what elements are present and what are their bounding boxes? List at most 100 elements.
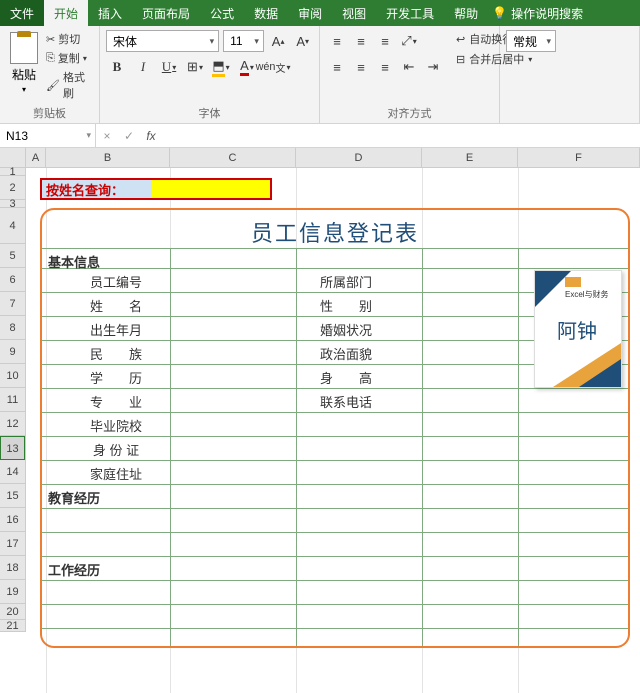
enter-formula-button[interactable]: ✓ xyxy=(118,129,140,143)
paste-button[interactable]: 粘贴 ▾ xyxy=(6,30,42,102)
phonetic-button[interactable]: wén文▾ xyxy=(262,56,284,78)
group-label-clipboard: 剪贴板 xyxy=(6,103,93,121)
formula-bar: N13 × ✓ fx xyxy=(0,124,640,148)
row-3[interactable]: 3 xyxy=(0,200,25,208)
align-top-button[interactable]: ≡ xyxy=(326,30,348,52)
row-15[interactable]: 15 xyxy=(0,484,25,508)
fill-color-button[interactable]: ⬒▾ xyxy=(210,56,232,78)
row-8[interactable]: 8 xyxy=(0,316,25,340)
align-left-button[interactable]: ≡ xyxy=(326,56,348,78)
col-A[interactable]: A xyxy=(26,148,46,167)
paste-label: 粘贴 xyxy=(12,66,36,83)
field-gender: 性 别 xyxy=(296,296,396,315)
copy-icon: ⎘ xyxy=(46,52,55,65)
align-right-button[interactable]: ≡ xyxy=(374,56,396,78)
row-2[interactable]: 2 xyxy=(0,176,25,200)
field-emp-id: 员工编号 xyxy=(66,272,166,291)
row-18[interactable]: 18 xyxy=(0,556,25,580)
row-9[interactable]: 9 xyxy=(0,340,25,364)
bold-button[interactable]: B xyxy=(106,56,128,78)
column-headers: A B C D E F xyxy=(0,148,640,168)
select-all-corner[interactable] xyxy=(0,148,26,167)
query-input-cell[interactable] xyxy=(152,180,270,198)
row-4[interactable]: 4 xyxy=(0,208,25,244)
field-phone: 联系电话 xyxy=(296,392,396,411)
col-D[interactable]: D xyxy=(296,148,422,167)
italic-button[interactable]: I xyxy=(132,56,154,78)
format-painter-button[interactable]: 🖌格式刷 xyxy=(44,68,93,102)
field-birth: 出生年月 xyxy=(66,320,166,339)
row-17[interactable]: 17 xyxy=(0,532,25,556)
insert-function-button[interactable]: fx xyxy=(140,129,162,143)
tab-developer[interactable]: 开发工具 xyxy=(376,0,444,26)
section-basic: 基本信息 xyxy=(48,252,100,271)
underline-button[interactable]: U▾ xyxy=(158,56,180,78)
row-10[interactable]: 10 xyxy=(0,364,25,388)
row-5[interactable]: 5 xyxy=(0,244,25,268)
photo-placeholder: Excel与财务 阿钟 xyxy=(534,270,622,388)
row-20[interactable]: 20 xyxy=(0,604,25,620)
row-16[interactable]: 16 xyxy=(0,508,25,532)
field-idcard: 身 份 证 xyxy=(66,440,166,459)
tab-file[interactable]: 文件 xyxy=(0,0,44,26)
align-center-button[interactable]: ≡ xyxy=(350,56,372,78)
row-headers: 1 2 3 4 5 6 7 8 9 10 11 12 13 14 15 16 1… xyxy=(0,168,26,632)
tab-insert[interactable]: 插入 xyxy=(88,0,132,26)
copy-button[interactable]: ⎘复制▾ xyxy=(44,49,93,67)
col-F[interactable]: F xyxy=(518,148,640,167)
tab-page-layout[interactable]: 页面布局 xyxy=(132,0,200,26)
tab-view[interactable]: 视图 xyxy=(332,0,376,26)
col-C[interactable]: C xyxy=(170,148,296,167)
tab-formulas[interactable]: 公式 xyxy=(200,0,244,26)
worksheet[interactable]: A B C D E F 1 2 3 4 5 6 7 8 9 10 11 12 1… xyxy=(0,148,640,693)
row-13[interactable]: 13 xyxy=(0,436,25,460)
book-small-text: Excel与财务 xyxy=(565,289,609,300)
chevron-down-icon: ▾ xyxy=(83,54,87,63)
row-6[interactable]: 6 xyxy=(0,268,25,292)
align-bottom-button[interactable]: ≡ xyxy=(374,30,396,52)
row-11[interactable]: 11 xyxy=(0,388,25,412)
field-marital: 婚姻状况 xyxy=(296,320,396,339)
name-box[interactable]: N13 xyxy=(0,124,96,147)
field-ethnic: 民 族 xyxy=(66,344,166,363)
tab-home[interactable]: 开始 xyxy=(44,0,88,26)
col-B[interactable]: B xyxy=(46,148,170,167)
clipboard-icon xyxy=(10,32,38,64)
col-E[interactable]: E xyxy=(422,148,518,167)
indent-decrease-button[interactable]: ⇤ xyxy=(398,56,420,78)
lightbulb-icon: 💡 xyxy=(492,6,507,20)
font-name-combo[interactable]: 宋体 xyxy=(106,30,219,52)
row-14[interactable]: 14 xyxy=(0,460,25,484)
row-19[interactable]: 19 xyxy=(0,580,25,604)
number-format-combo[interactable]: 常规 xyxy=(506,30,556,52)
chevron-down-icon: ▾ xyxy=(22,85,26,94)
section-work: 工作经历 xyxy=(48,560,100,579)
border-button[interactable]: ⊞▾ xyxy=(184,56,206,78)
cut-button[interactable]: ✂剪切 xyxy=(44,30,93,48)
help-search[interactable]: 💡 操作说明搜索 xyxy=(492,5,583,22)
increase-font-button[interactable]: A▴ xyxy=(268,30,289,52)
section-edu: 教育经历 xyxy=(48,488,100,507)
field-major: 专 业 xyxy=(66,392,166,411)
group-label-align: 对齐方式 xyxy=(326,103,493,121)
field-school: 毕业院校 xyxy=(66,416,166,435)
group-clipboard: 粘贴 ▾ ✂剪切 ⎘复制▾ 🖌格式刷 剪贴板 xyxy=(0,26,100,123)
group-align: ≡ ≡ ≡ ⤢▾ ≡ ≡ ≡ ⇤ ⇥ ↩自动换行 ⊟合并后居中▾ 对齐方式 xyxy=(320,26,500,123)
cancel-formula-button[interactable]: × xyxy=(96,129,118,143)
row-7[interactable]: 7 xyxy=(0,292,25,316)
menu-bar: 文件 开始 插入 页面布局 公式 数据 审阅 视图 开发工具 帮助 💡 操作说明… xyxy=(0,0,640,26)
tab-data[interactable]: 数据 xyxy=(244,0,288,26)
orientation-button[interactable]: ⤢▾ xyxy=(398,30,420,52)
indent-increase-button[interactable]: ⇥ xyxy=(422,56,444,78)
tab-help[interactable]: 帮助 xyxy=(444,0,488,26)
decrease-font-button[interactable]: A▾ xyxy=(292,30,313,52)
brush-icon: 🖌 xyxy=(46,79,60,92)
align-middle-button[interactable]: ≡ xyxy=(350,30,372,52)
tab-review[interactable]: 审阅 xyxy=(288,0,332,26)
cell-grid[interactable]: 按姓名查询： 员工信息登记表 基本信息 员工编号 姓 名 出生年月 民 族 学 … xyxy=(26,168,640,693)
formula-input[interactable] xyxy=(162,124,640,147)
row-12[interactable]: 12 xyxy=(0,412,25,436)
font-size-combo[interactable]: 11 xyxy=(223,30,264,52)
row-1[interactable]: 1 xyxy=(0,168,25,176)
row-21[interactable]: 21 xyxy=(0,620,25,632)
